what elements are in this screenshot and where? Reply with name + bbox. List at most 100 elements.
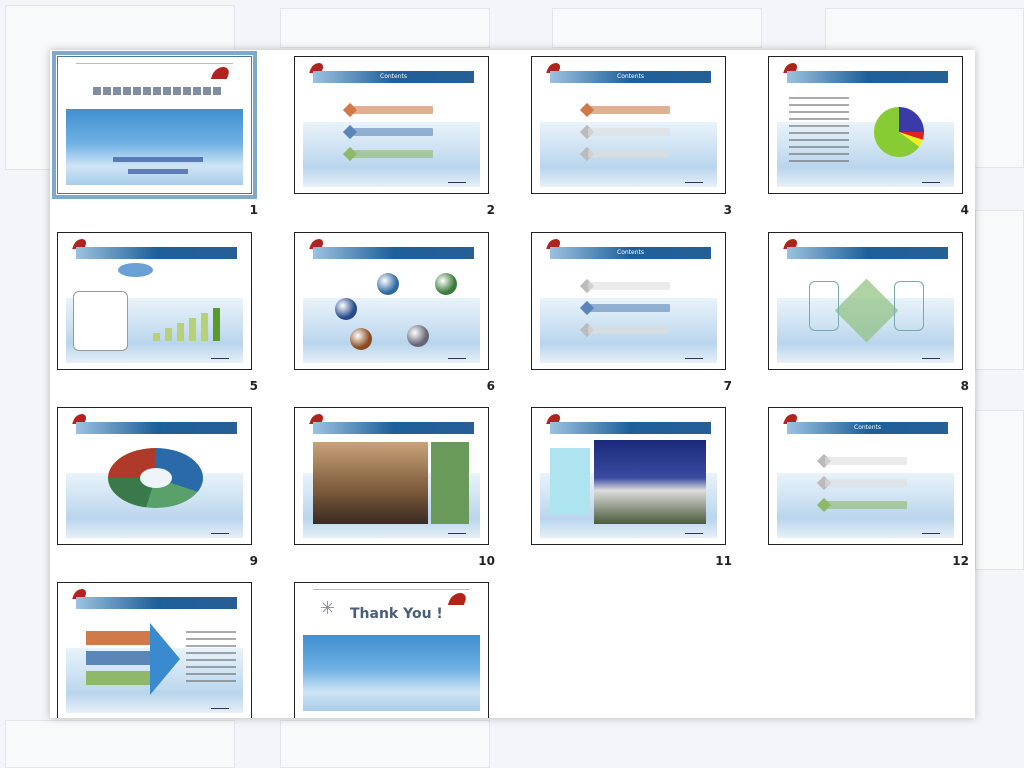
- slide-header-bar: [313, 422, 474, 434]
- slide-number: 1: [249, 203, 258, 217]
- background-slide: [280, 8, 490, 48]
- slide-preview: [294, 232, 489, 370]
- footer-line: [211, 708, 229, 709]
- slide-number: 9: [249, 554, 258, 568]
- contents-item: [588, 326, 670, 334]
- slide-number: 12: [952, 554, 969, 568]
- slide-preview: [768, 232, 963, 370]
- footer-line: [685, 182, 703, 183]
- bar: [153, 333, 160, 341]
- slide-number: 5: [249, 379, 258, 393]
- slide-number: 10: [478, 554, 495, 568]
- contents-item: [588, 128, 670, 136]
- contents-item: [588, 304, 670, 312]
- contents-item: [588, 150, 670, 158]
- slide-header-bar: Contents: [313, 71, 474, 83]
- bubble: [377, 273, 399, 295]
- left-box: [809, 281, 839, 331]
- company-logo: [210, 67, 232, 79]
- footer-line: [922, 182, 940, 183]
- background-slide: [280, 720, 490, 768]
- bubble: [435, 273, 457, 295]
- contents-item: [351, 150, 433, 158]
- slide-header-bar: [787, 71, 948, 83]
- right-box: [894, 281, 924, 331]
- slide-preview: Contents: [294, 56, 489, 194]
- bar: [177, 323, 184, 341]
- slide-number: 6: [486, 379, 495, 393]
- footer-line: [922, 358, 940, 359]
- slide-number: 2: [486, 203, 495, 217]
- contents-item: [825, 479, 907, 487]
- bar: [201, 313, 208, 341]
- bar: [189, 318, 196, 341]
- bar: [213, 308, 220, 341]
- slide-header-bar: Contents: [550, 71, 711, 83]
- donut-hole: [140, 468, 172, 488]
- background-slide: [552, 8, 762, 48]
- sky-background: [303, 298, 480, 363]
- contents-item: [351, 128, 433, 136]
- text-panel: [431, 442, 469, 524]
- bubble: [350, 328, 372, 350]
- contents-item: [351, 106, 433, 114]
- slide-header-bar: [313, 247, 474, 259]
- slide-header-bar: [76, 597, 237, 609]
- arrow-step: [86, 631, 151, 645]
- text-block: [186, 631, 236, 686]
- background-slide: [975, 210, 1024, 370]
- slide-preview: ✳ Thank You !: [294, 582, 489, 718]
- background-slide: [5, 720, 235, 768]
- divider-line: [313, 589, 470, 590]
- slide-header-bar: [787, 247, 948, 259]
- contents-item: [825, 501, 907, 509]
- star-icon: ✳: [320, 598, 336, 619]
- slide-preview: Contents: [531, 56, 726, 194]
- photo: [594, 440, 706, 524]
- slide-number: 8: [960, 379, 969, 393]
- date-text: [128, 169, 188, 174]
- arrow-step: [86, 651, 151, 665]
- footer-line: [685, 358, 703, 359]
- slide-number: 3: [723, 203, 732, 217]
- slide-header-bar: Contents: [550, 247, 711, 259]
- bubble: [335, 298, 357, 320]
- slide-preview: [294, 407, 489, 545]
- slide-header-bar: [76, 422, 237, 434]
- slide-preview: [531, 407, 726, 545]
- slide-header-bar: [550, 422, 711, 434]
- slide-preview: [57, 582, 252, 718]
- slide-header-bar: Contents: [787, 422, 948, 434]
- arrow-step: [86, 671, 151, 685]
- slide-preview: Contents: [768, 407, 963, 545]
- bubble: [407, 325, 429, 347]
- slide-header-bar: [76, 247, 237, 259]
- sky-image: [303, 634, 480, 711]
- contents-item: [588, 282, 670, 290]
- text-panel: [550, 448, 590, 514]
- slide-preview: [57, 407, 252, 545]
- slide-preview: [768, 56, 963, 194]
- footer-line: [448, 533, 466, 534]
- text-block: [789, 97, 849, 167]
- oval-label: [118, 263, 153, 277]
- contents-item: [825, 457, 907, 465]
- footer-line: [211, 533, 229, 534]
- big-arrow: [150, 623, 180, 695]
- text-callout: [73, 291, 128, 351]
- bar: [165, 328, 172, 341]
- slide-number: 11: [715, 554, 732, 568]
- footer-line: [211, 358, 229, 359]
- background-slide: [975, 410, 1024, 570]
- slide-number: 7: [723, 379, 732, 393]
- divider-line: [76, 63, 233, 64]
- thank-you-text: Thank You !: [350, 606, 443, 622]
- slide-sorter-pane[interactable]: 1 Contents 2 Contents 3 4 5 6 Contents 7 8 9 10 11 Con…: [50, 50, 975, 718]
- subtitle-text: [113, 157, 203, 162]
- slide-preview: Contents: [531, 232, 726, 370]
- footer-line: [448, 182, 466, 183]
- contents-item: [588, 106, 670, 114]
- pie-chart: [874, 107, 924, 157]
- company-logo: [447, 593, 469, 605]
- footer-line: [922, 533, 940, 534]
